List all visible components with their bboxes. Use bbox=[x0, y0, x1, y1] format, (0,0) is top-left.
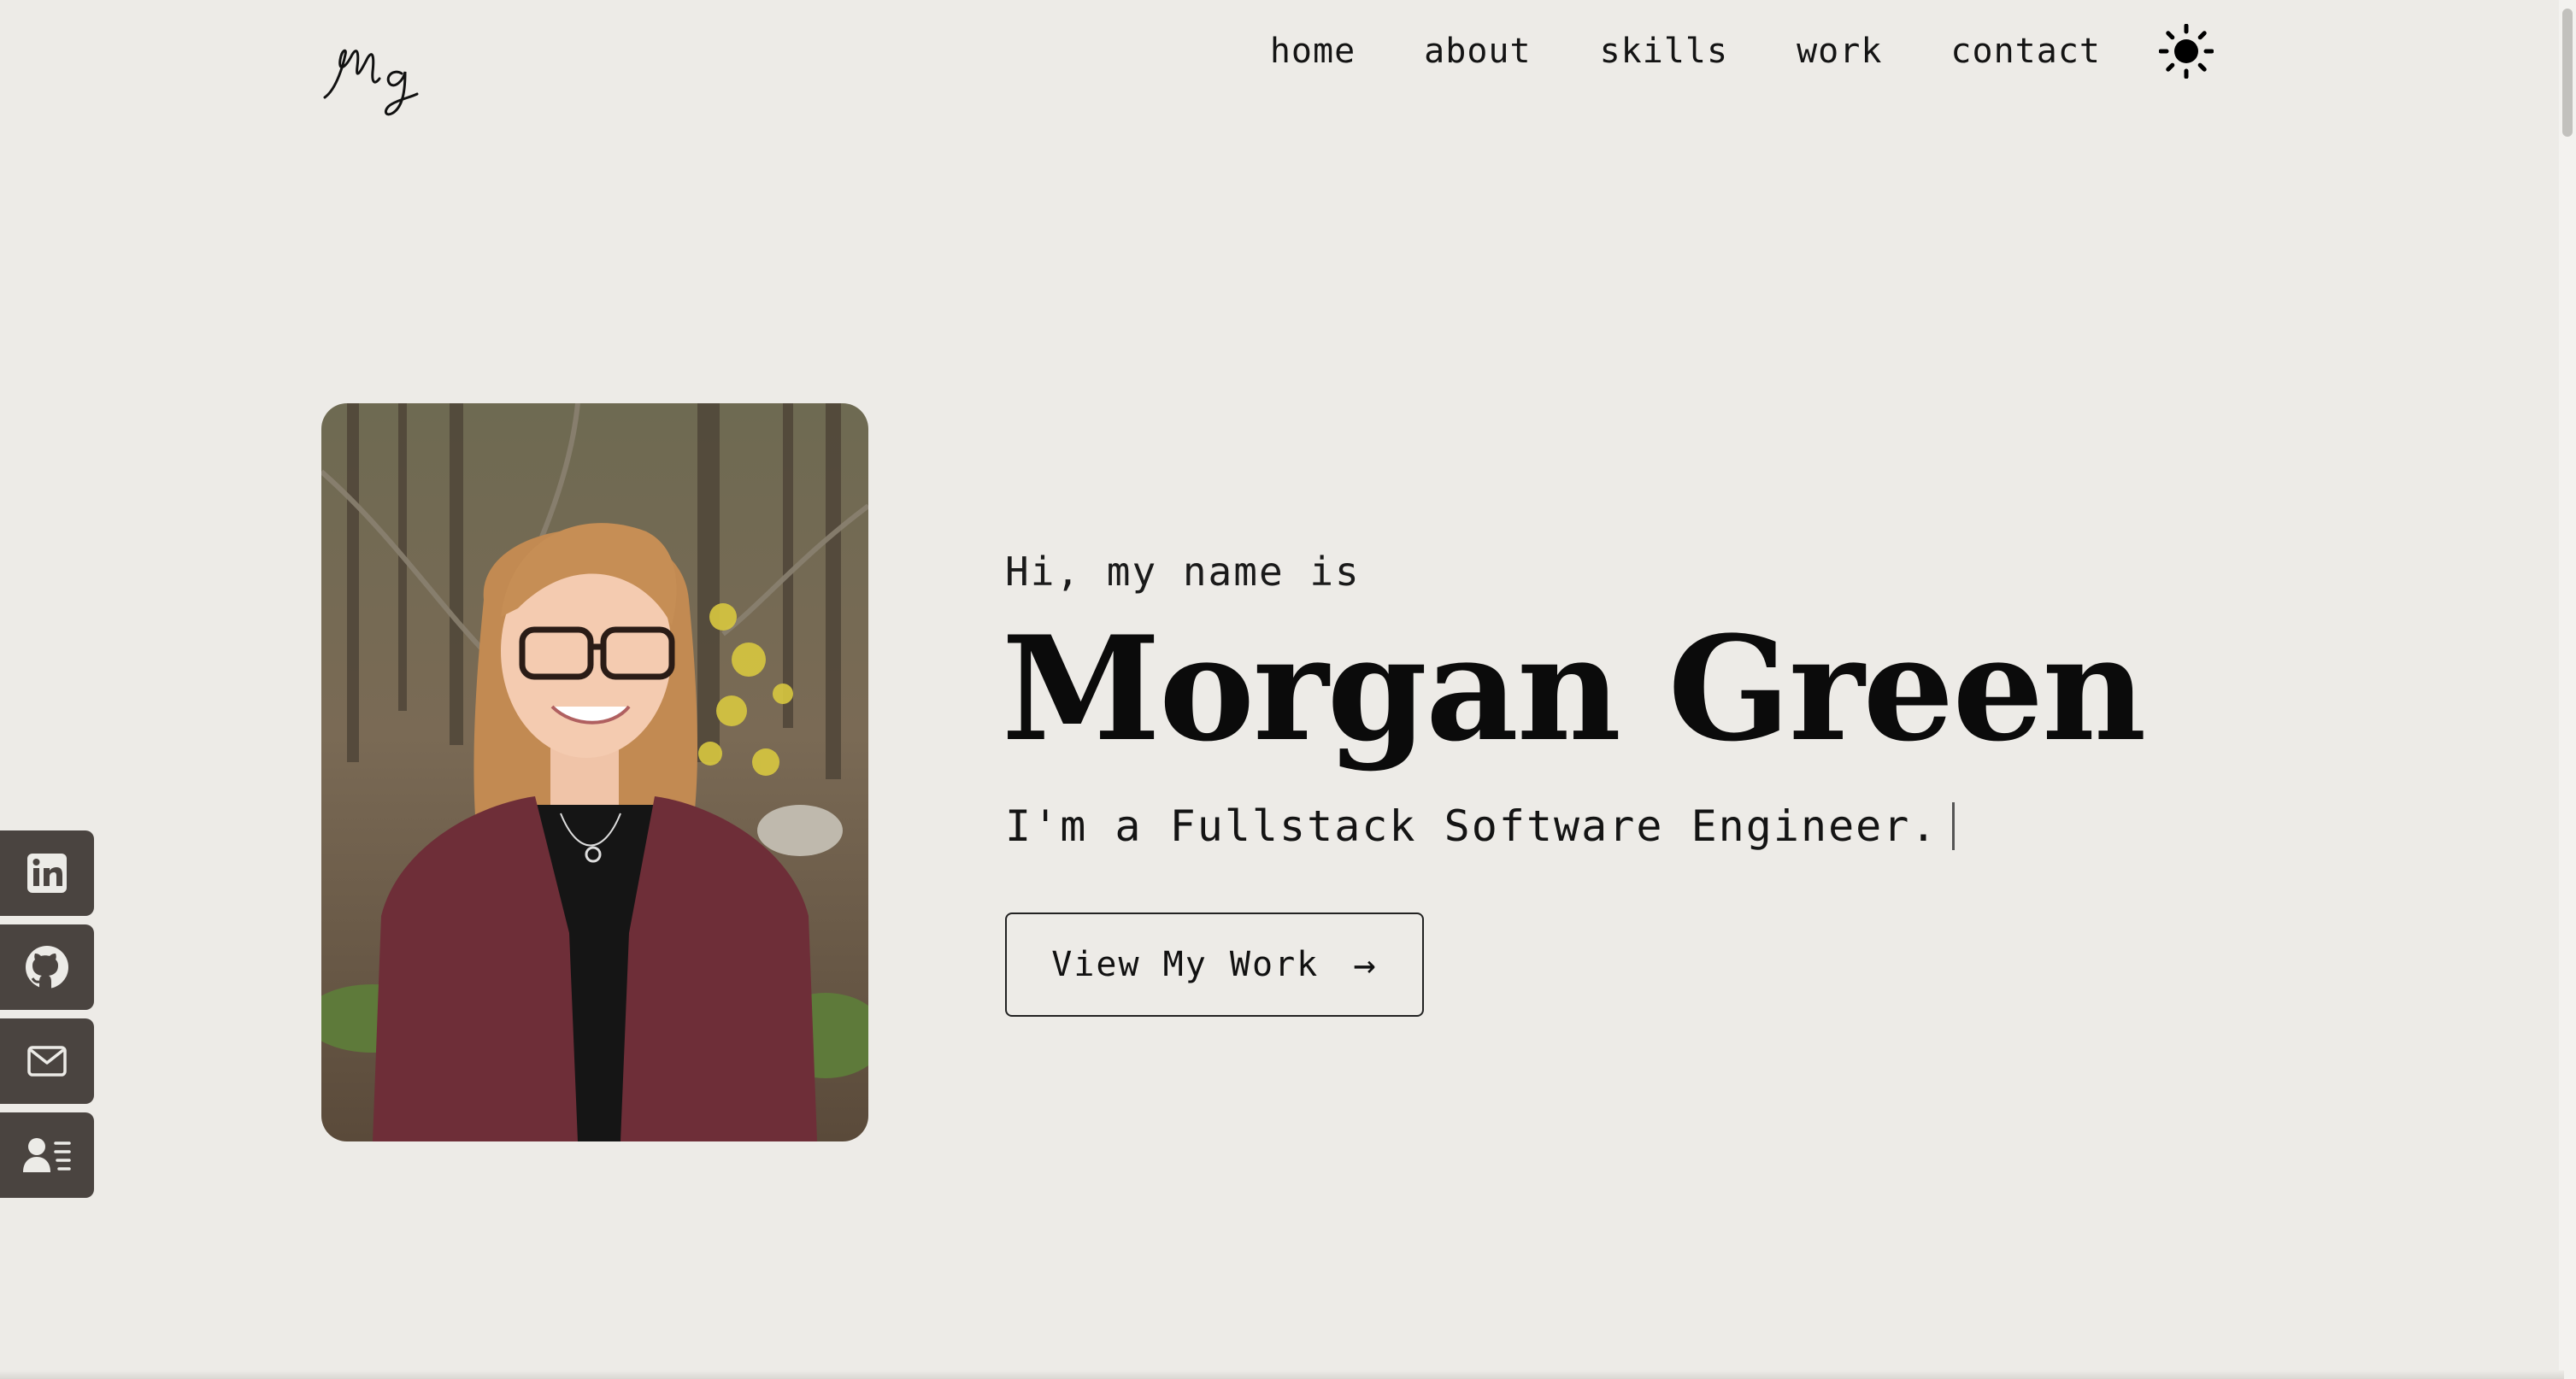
hero-tagline-container: I'm a Fullstack Software Engineer. bbox=[1005, 801, 1955, 851]
social-sidebar bbox=[0, 830, 94, 1206]
theme-toggle-button[interactable] bbox=[2159, 24, 2214, 79]
sun-icon bbox=[2159, 24, 2214, 79]
nav-about[interactable]: about bbox=[1424, 32, 1531, 71]
profile-photo-image bbox=[321, 403, 868, 1141]
resume-icon bbox=[23, 1138, 71, 1172]
section-divider bbox=[0, 1370, 2564, 1379]
scrollbar[interactable] bbox=[2559, 0, 2576, 1379]
github-icon bbox=[26, 946, 68, 989]
nav-work[interactable]: work bbox=[1797, 32, 1882, 71]
linkedin-button[interactable] bbox=[0, 830, 94, 916]
linkedin-icon bbox=[27, 854, 67, 893]
nav-skills[interactable]: skills bbox=[1600, 32, 1729, 71]
view-work-button[interactable]: View My Work → bbox=[1005, 912, 1424, 1017]
logo-signature-icon bbox=[323, 49, 419, 116]
profile-photo bbox=[321, 403, 868, 1141]
logo[interactable] bbox=[320, 38, 448, 123]
resume-button[interactable] bbox=[0, 1112, 94, 1198]
hero-name: Morgan Green bbox=[1002, 604, 2146, 773]
hero-tagline: I'm a Fullstack Software Engineer. bbox=[1005, 801, 1938, 851]
hero-intro: Hi, my name is bbox=[1005, 549, 1361, 595]
portfolio-page: home about skills work contact Hi, my na… bbox=[0, 0, 2576, 1379]
mail-icon bbox=[27, 1046, 67, 1077]
github-button[interactable] bbox=[0, 924, 94, 1010]
email-button[interactable] bbox=[0, 1018, 94, 1104]
main-nav: home about skills work contact bbox=[1202, 24, 2214, 79]
scrollbar-thumb[interactable] bbox=[2562, 9, 2573, 137]
nav-contact[interactable]: contact bbox=[1950, 32, 2101, 71]
nav-home[interactable]: home bbox=[1270, 32, 1356, 71]
typing-cursor bbox=[1951, 802, 1955, 850]
arrow-right-icon: → bbox=[1353, 942, 1378, 987]
view-work-label: View My Work bbox=[1051, 945, 1320, 984]
